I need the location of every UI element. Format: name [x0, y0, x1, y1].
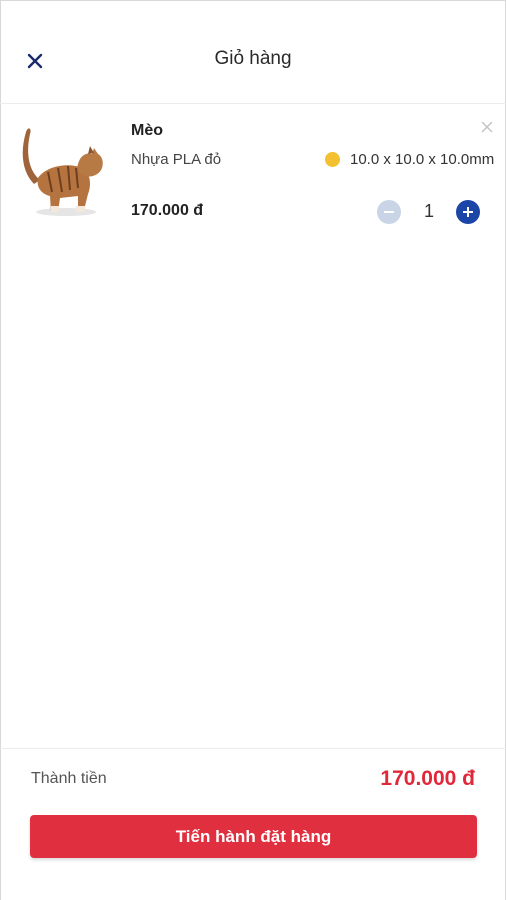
color-swatch: [325, 152, 340, 167]
total-value: 170.000 đ: [380, 767, 475, 790]
item-name: Mèo: [131, 122, 163, 139]
item-price: 170.000 đ: [131, 202, 204, 219]
quantity-decrease-button[interactable]: [377, 200, 401, 224]
quantity-value: 1: [423, 201, 434, 221]
checkout-button[interactable]: Tiến hành đặt hàng: [30, 815, 477, 858]
cat-model-image: [22, 128, 103, 216]
item-material: Nhựa PLA đỏ: [131, 151, 222, 168]
quantity-increase-button[interactable]: [456, 200, 480, 224]
header: Giỏ hàng: [0, 0, 506, 104]
item-size: 10.0 x 10.0 x 10.0mm: [350, 151, 495, 168]
total-label: Thành tiền: [31, 770, 107, 787]
remove-item-icon[interactable]: [480, 120, 494, 134]
page-title: Giỏ hàng: [214, 48, 292, 69]
